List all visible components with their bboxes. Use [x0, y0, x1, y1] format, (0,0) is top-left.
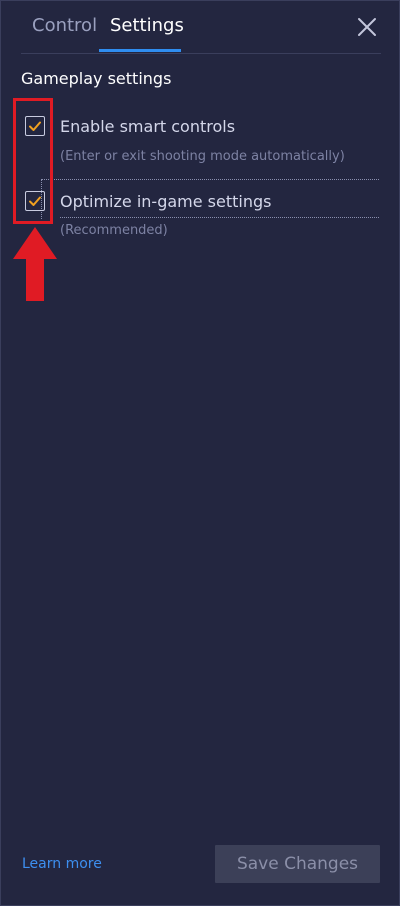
tab-bar: Control Settings	[21, 1, 381, 54]
learn-more-link[interactable]: Learn more	[22, 856, 102, 872]
close-button[interactable]	[355, 15, 379, 39]
section-title: Gameplay settings	[21, 69, 172, 88]
focus-outline	[41, 179, 379, 180]
optimize-settings-description: (Recommended)	[60, 223, 168, 238]
active-tab-indicator	[99, 49, 181, 52]
focus-outline	[60, 217, 379, 218]
tab-control[interactable]: Control	[32, 15, 97, 36]
smart-controls-label[interactable]: Enable smart controls	[60, 117, 235, 136]
settings-panel: Control Settings Gameplay settings Enabl…	[0, 0, 400, 906]
arrow-up-icon	[13, 227, 57, 301]
smart-controls-description: (Enter or exit shooting mode automatical…	[60, 149, 345, 164]
annotation-highlight-box	[13, 98, 53, 224]
optimize-settings-label[interactable]: Optimize in-game settings	[60, 192, 271, 211]
close-icon	[358, 18, 376, 36]
save-changes-button[interactable]: Save Changes	[215, 845, 380, 883]
tab-settings[interactable]: Settings	[110, 15, 184, 36]
